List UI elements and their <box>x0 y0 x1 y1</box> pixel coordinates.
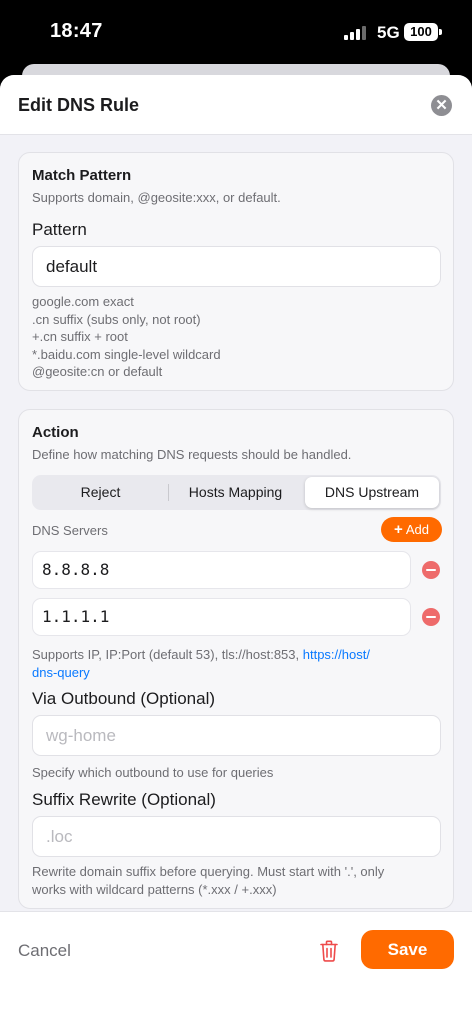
add-button-label: Add <box>405 522 429 537</box>
suffix-rewrite-input[interactable]: .loc <box>32 816 441 857</box>
pattern-hint: google.com exact <box>32 294 134 309</box>
action-segmented-control: Reject Hosts Mapping DNS Upstream <box>32 475 441 510</box>
sheet-title: Edit DNS Rule <box>18 95 140 115</box>
pattern-input[interactable]: default <box>32 246 441 287</box>
pattern-hint: .cn suffix (subs only, not root) <box>32 311 201 327</box>
action-subtitle: Define how matching DNS requests should … <box>32 447 352 462</box>
cellular-signal-icon <box>344 26 370 40</box>
dns-server-input[interactable]: 1.1.1.1 <box>32 598 411 636</box>
outbound-hint: Specify which outbound to use for querie… <box>32 765 274 780</box>
outbound-label: Via Outbound (Optional) <box>32 689 216 708</box>
match-pattern-subtitle: Supports domain, @geosite:xxx, or defaul… <box>32 190 281 205</box>
segment-hosts-mapping[interactable]: Hosts Mapping <box>169 477 302 508</box>
edit-dns-rule-sheet: Edit DNS Rule ✕ Match Pattern Supports d… <box>0 75 472 1024</box>
suffix-rewrite-hint: Rewrite domain suffix before querying. M… <box>32 863 441 898</box>
add-server-button[interactable]: + Add <box>381 517 442 542</box>
plus-icon: + <box>394 521 403 538</box>
minus-circle-icon[interactable] <box>422 561 440 579</box>
suffix-hint-line: Rewrite domain suffix before querying. M… <box>32 864 385 879</box>
dns-server-input[interactable]: 8.8.8.8 <box>32 551 411 589</box>
segment-reject[interactable]: Reject <box>34 477 167 508</box>
suffix-rewrite-label: Suffix Rewrite (Optional) <box>32 790 216 809</box>
minus-circle-icon[interactable] <box>422 608 440 626</box>
sheet-footer: Cancel Save <box>0 911 472 1024</box>
network-type: 5G <box>377 23 400 42</box>
status-bar: 18:47 5G 100 <box>0 0 472 64</box>
match-pattern-title: Match Pattern <box>32 167 132 184</box>
pattern-hint: *.baidu.com single-level wildcard <box>32 346 221 362</box>
servers-hint-text: Supports IP, IP:Port (default 53), tls:/… <box>32 647 303 662</box>
close-icon[interactable]: ✕ <box>431 95 452 116</box>
servers-hint: Supports IP, IP:Port (default 53), tls:/… <box>32 646 441 681</box>
pattern-hint: @geosite:cn or default <box>32 364 163 380</box>
dns-servers-label: DNS Servers <box>32 523 108 538</box>
servers-hint-link[interactable]: dns-query <box>32 665 90 680</box>
outbound-input[interactable]: wg-home <box>32 715 441 756</box>
segment-dns-upstream[interactable]: DNS Upstream <box>305 477 439 508</box>
match-pattern-card: Match Pattern Supports domain, @geosite:… <box>18 152 454 391</box>
battery-tip <box>439 29 442 35</box>
pattern-hints: google.com exact .cn suffix (subs only, … <box>32 293 221 381</box>
action-card: Action Define how matching DNS requests … <box>18 409 454 909</box>
cancel-button[interactable]: Cancel <box>18 941 71 961</box>
battery-icon: 100 <box>404 23 438 41</box>
servers-hint-link[interactable]: https://host/ <box>303 647 370 662</box>
save-button[interactable]: Save <box>361 930 454 969</box>
trash-icon[interactable] <box>320 940 338 962</box>
pattern-label: Pattern <box>32 220 87 239</box>
sheet-header: Edit DNS Rule ✕ <box>0 75 472 135</box>
status-time: 18:47 <box>50 20 103 42</box>
pattern-hint: +.cn suffix + root <box>32 329 128 345</box>
suffix-hint-line: works with wildcard patterns (*.xxx / +.… <box>32 881 277 897</box>
action-title: Action <box>32 424 79 441</box>
